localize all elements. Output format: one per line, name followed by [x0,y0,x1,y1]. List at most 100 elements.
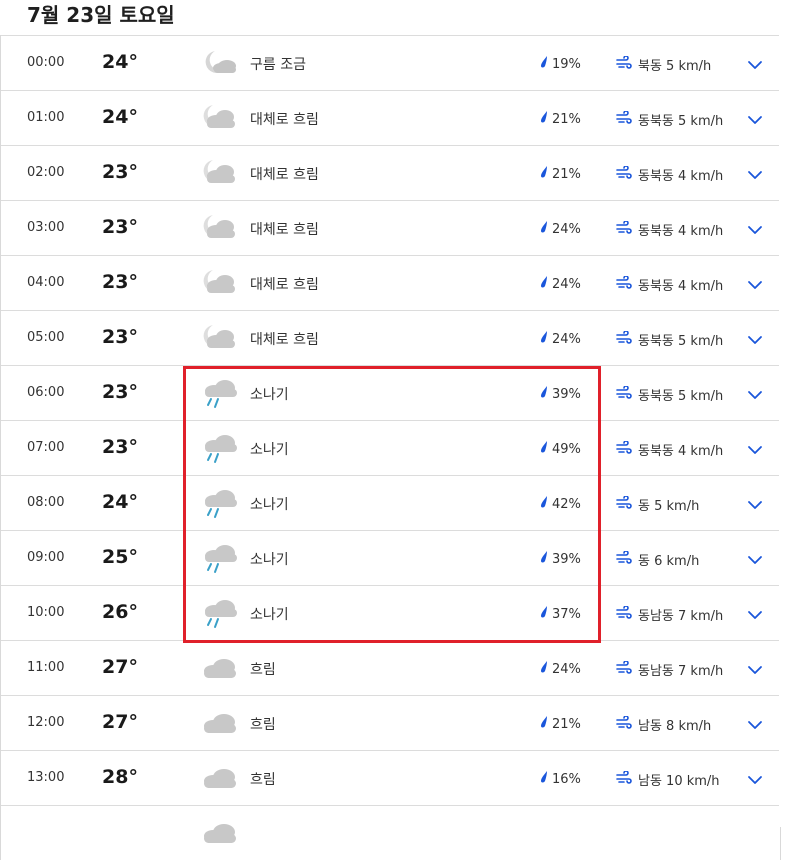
wind-icon [616,439,638,459]
raindrop-icon [539,110,552,128]
row-wind: 동북동 5 km/h [616,109,723,129]
forecast-row[interactable]: 06:00 23° 소나기 39% 동북동 5 km/h [1,365,780,420]
precip-value: 24% [552,276,581,292]
night-mostly-cloudy-icon [201,102,239,134]
forecast-row[interactable] [1,805,780,860]
wind-value: 남동 10 km/h [638,774,720,789]
precip-value: 49% [552,441,581,457]
wind-value: 동남동 7 km/h [638,609,724,624]
chevron-down-icon[interactable] [747,496,763,509]
chevron-down-icon[interactable] [747,716,763,729]
forecast-row[interactable]: 07:00 23° 소나기 49% 동북동 4 km/h [1,420,780,475]
row-wind: 동남동 7 km/h [616,604,724,624]
chevron-down-icon[interactable] [747,606,763,619]
row-wind: 동남동 7 km/h [616,659,723,679]
row-wind: 동북동 4 km/h [616,219,723,239]
precip-value: 37% [552,606,581,622]
forecast-row[interactable]: 00:00 24° 구름 조금 19% 북동 5 km/h [1,35,780,90]
row-precipitation: 39% [539,550,581,568]
row-temperature: 23° [102,381,138,403]
forecast-row[interactable]: 12:00 27° 흐림 21% 남동 8 km/h [1,695,780,750]
raindrop-icon [539,770,552,788]
row-condition: 대체로 흐림 [250,112,319,128]
precip-value: 39% [552,386,581,402]
row-condition: 대체로 흐림 [250,277,319,293]
row-condition: 구름 조금 [250,57,306,73]
row-temperature: 27° [102,656,138,678]
row-temperature: 24° [102,51,138,73]
raindrop-icon [539,550,552,568]
night-mostly-cloudy-icon [201,267,239,299]
forecast-row[interactable]: 11:00 27° 흐림 24% 동남동 7 km/h [1,640,780,695]
row-time: 08:00 [27,495,65,510]
raindrop-icon [539,220,552,238]
forecast-row[interactable]: 05:00 23° 대체로 흐림 24% 동북동 5 km/h [1,310,780,365]
row-temperature: 23° [102,436,138,458]
cloudy-icon [201,707,239,739]
precip-value: 19% [552,56,581,72]
row-temperature: 23° [102,271,138,293]
row-wind: 동북동 5 km/h [616,329,724,349]
wind-value: 남동 8 km/h [638,719,712,734]
chevron-down-icon[interactable] [747,771,763,784]
wind-icon [616,549,638,569]
row-time: 04:00 [27,275,65,290]
forecast-row[interactable]: 13:00 28° 흐림 16% 남동 10 km/h [1,750,780,805]
chevron-down-icon[interactable] [747,56,763,69]
wind-value: 동북동 5 km/h [638,334,724,349]
row-wind: 동북동 4 km/h [616,164,723,184]
forecast-row[interactable]: 10:00 26° 소나기 37% 동남동 7 km/h [1,585,780,640]
row-temperature: 24° [102,491,138,513]
row-precipitation: 49% [539,440,581,458]
row-temperature: 25° [102,546,138,568]
raindrop-icon [539,385,552,403]
raindrop-icon [539,495,552,513]
forecast-row[interactable]: 01:00 24° 대체로 흐림 21% 동북동 5 km/h [1,90,780,145]
row-condition: 대체로 흐림 [250,167,319,183]
forecast-row[interactable]: 09:00 25° 소나기 39% 동 6 km/h [1,530,780,585]
raindrop-icon [539,605,552,623]
wind-value: 동 5 km/h [638,499,700,514]
chevron-down-icon[interactable] [747,276,763,289]
forecast-row[interactable]: 08:00 24° 소나기 42% 동 5 km/h [1,475,780,530]
chevron-down-icon[interactable] [747,221,763,234]
row-time: 01:00 [27,110,65,125]
chevron-down-icon[interactable] [747,166,763,179]
row-precipitation: 39% [539,385,581,403]
forecast-row[interactable]: 03:00 23° 대체로 흐림 24% 동북동 4 km/h [1,200,780,255]
precip-value: 24% [552,331,581,347]
chevron-down-icon[interactable] [747,111,763,124]
showers-icon [201,487,239,519]
row-wind: 동북동 4 km/h [616,274,723,294]
forecast-row[interactable]: 04:00 23° 대체로 흐림 24% 동북동 4 km/h [1,255,780,310]
cloudy-icon [201,762,239,794]
forecast-row[interactable]: 02:00 23° 대체로 흐림 21% 동북동 4 km/h [1,145,780,200]
row-precipitation: 24% [539,220,581,238]
chevron-down-icon[interactable] [747,386,763,399]
row-wind: 북동 5 km/h [616,54,711,74]
row-condition: 소나기 [250,387,289,403]
chevron-down-icon[interactable] [747,661,763,674]
row-precipitation: 21% [539,110,581,128]
row-temperature: 26° [102,601,138,623]
night-mostly-cloudy-icon [201,157,239,189]
row-condition: 흐림 [250,772,276,788]
wind-icon [616,604,638,624]
row-condition: 소나기 [250,552,289,568]
chevron-down-icon[interactable] [747,331,763,344]
chevron-down-icon[interactable] [747,441,763,454]
raindrop-icon [539,440,552,458]
cloudy-icon [201,817,239,849]
row-time: 03:00 [27,220,65,235]
row-wind: 남동 8 km/h [616,714,712,734]
chevron-down-icon[interactable] [747,551,763,564]
row-precipitation: 16% [539,770,581,788]
wind-icon [616,274,638,294]
row-condition: 흐림 [250,662,276,678]
row-precipitation: 24% [539,275,581,293]
precip-value: 21% [552,166,581,182]
precip-value: 24% [552,661,581,677]
row-time: 12:00 [27,715,65,730]
row-precipitation: 21% [539,715,581,733]
scrollbar-track[interactable] [779,35,793,827]
